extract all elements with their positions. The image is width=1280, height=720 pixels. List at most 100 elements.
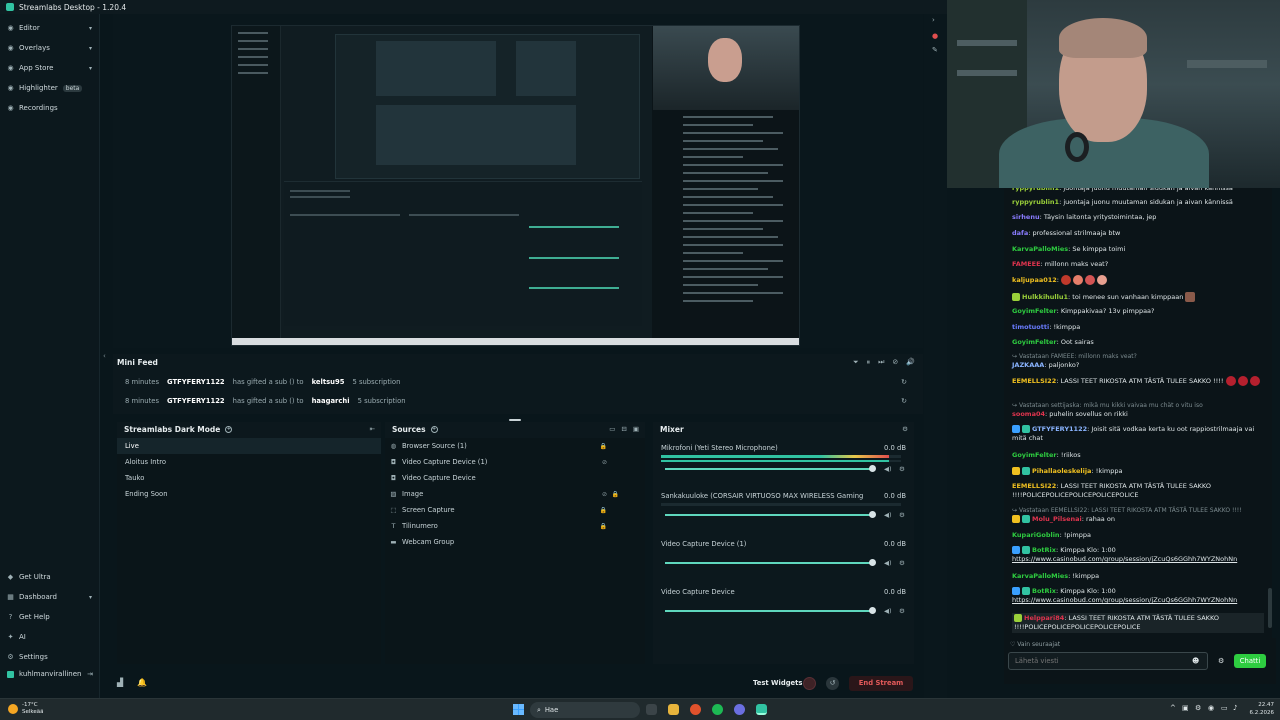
volume-meter (661, 503, 901, 506)
mute-alerts-icon[interactable]: ⊘ (892, 358, 898, 367)
volume-slider[interactable] (665, 562, 875, 564)
lock-icon[interactable]: 🔒 (600, 523, 607, 530)
sidebar-item-dashboard[interactable]: ▦ Dashboard ▾ (0, 589, 100, 605)
windows-start-icon[interactable] (513, 704, 524, 715)
speaker-icon[interactable]: ◀) (884, 465, 892, 473)
remove-source-icon[interactable]: ⊟ (621, 425, 626, 433)
volume-slider-knob[interactable] (869, 559, 876, 566)
gear-icon[interactable]: ⚙ (1218, 657, 1224, 665)
network-icon[interactable]: ▭ (1221, 704, 1228, 712)
spotify-icon[interactable] (712, 704, 723, 715)
add-source-icon[interactable]: + (430, 425, 438, 433)
lock-icon[interactable]: 🔒 (600, 443, 607, 450)
volume-slider[interactable] (665, 468, 875, 470)
volume-tray-icon[interactable]: ♪ (1233, 704, 1237, 712)
lock-icon[interactable]: 🔒 (600, 507, 607, 514)
file-explorer-icon[interactable] (668, 704, 679, 715)
chevron-down-icon[interactable]: ▾ (89, 65, 92, 72)
clock[interactable]: 22.47 6.2.2026 (1244, 701, 1275, 717)
chat-link[interactable]: https://www.casinobud.com/group/session/… (1012, 596, 1237, 604)
skip-icon[interactable]: ⏭ (878, 358, 884, 367)
source-item[interactable]: T Tilinumero 🔒 (385, 518, 645, 534)
volume-slider[interactable] (665, 514, 875, 516)
source-item[interactable]: ◘ Video Capture Device (385, 470, 645, 486)
weather-widget[interactable]: -17°C Selkeää (8, 702, 44, 716)
chat-link[interactable]: https://www.casinobud.com/group/session/… (1012, 555, 1237, 563)
sidebar-item-ai[interactable]: ✦ AI (0, 629, 100, 645)
tray-app-icon[interactable]: ◉ (1208, 704, 1214, 712)
source-item[interactable]: ▨ Image 🔒 ⊘ (385, 486, 645, 502)
pause-icon[interactable]: ⏸ (867, 358, 871, 367)
volume-slider[interactable] (665, 610, 875, 612)
scene-transitions-icon[interactable]: ⇤ (370, 425, 375, 433)
scene-item-aloitus-intro[interactable]: Aloitus Intro (117, 454, 381, 470)
source-item[interactable]: ▬ Webcam Group (385, 534, 645, 550)
replay-icon[interactable]: ↻ (901, 378, 907, 386)
source-item[interactable]: ◘ Video Capture Device (1) ⊘ (385, 454, 645, 470)
collapse-left-icon[interactable]: ‹ (103, 352, 106, 360)
sidebar-item-label: Get Help (19, 613, 50, 621)
firefox-icon[interactable] (690, 704, 701, 715)
volume-icon[interactable]: 🔊 (906, 358, 915, 367)
speaker-icon[interactable]: ◀) (884, 607, 892, 615)
gear-icon[interactable]: ⚙ (902, 425, 908, 433)
test-widgets-button[interactable]: Test Widgets (753, 679, 802, 687)
notifications-icon[interactable]: 🔔 (137, 678, 147, 687)
end-stream-button[interactable]: End Stream (849, 676, 913, 691)
chevron-down-icon[interactable]: ▾ (89, 25, 92, 32)
scene-item-ending-soon[interactable]: Ending Soon (117, 486, 381, 502)
collapse-right-icon[interactable]: › (932, 16, 935, 24)
volume-slider-knob[interactable] (869, 511, 876, 518)
user-account[interactable]: kuhlmanvirallinen ⇥ (0, 666, 100, 682)
task-view-icon[interactable] (646, 704, 657, 715)
replay-buffer-button[interactable]: ↺ (826, 677, 839, 690)
logout-icon[interactable]: ⇥ (87, 670, 93, 678)
sidebar-item-get-help[interactable]: ? Get Help (0, 609, 100, 625)
visibility-off-icon[interactable]: ⊘ (602, 491, 607, 498)
source-item[interactable]: ⬚ Screen Capture 🔒 (385, 502, 645, 518)
speaker-icon[interactable]: ◀) (884, 559, 892, 567)
sidebar-item-highlighter[interactable]: ◉ Highlighter beta (0, 80, 100, 96)
sidebar-item-settings[interactable]: ⚙ Settings (0, 649, 100, 665)
stream-preview[interactable] (231, 25, 800, 346)
lock-icon[interactable]: 🔒 (612, 491, 619, 498)
sidebar-item-editor[interactable]: ◉ Editor ▾ (0, 20, 100, 36)
volume-slider-knob[interactable] (869, 465, 876, 472)
tray-overflow-icon[interactable]: ^ (1170, 704, 1176, 712)
record-button[interactable] (803, 677, 816, 690)
replay-icon[interactable]: ↻ (901, 397, 907, 405)
resize-handle[interactable] (509, 419, 521, 421)
add-scene-icon[interactable]: + (225, 425, 233, 433)
scene-collection-title[interactable]: Streamlabs Dark Mode (124, 425, 220, 434)
taskbar-search[interactable]: ⌕ Hae (530, 702, 640, 718)
volume-slider-knob[interactable] (869, 607, 876, 614)
sidebar-item-overlays[interactable]: ◉ Overlays ▾ (0, 40, 100, 56)
gear-icon[interactable]: ⚙ (899, 465, 905, 473)
folder-add-icon[interactable]: ▭ (609, 425, 615, 433)
chat-send-button[interactable]: Chatti (1234, 654, 1266, 668)
gear-icon[interactable]: ⚙ (899, 607, 905, 615)
gear-icon[interactable]: ⚙ (899, 511, 905, 519)
speaker-icon[interactable]: ◀) (884, 511, 892, 519)
sidebar-item-app-store[interactable]: ◉ App Store ▾ (0, 60, 100, 76)
source-properties-icon[interactable]: ▣ (633, 425, 639, 433)
chevron-down-icon[interactable]: ▾ (89, 45, 92, 52)
discord-icon[interactable] (734, 704, 745, 715)
gear-icon[interactable]: ⚙ (899, 559, 905, 567)
tray-app-icon[interactable]: ⚙ (1195, 704, 1201, 712)
visibility-off-icon[interactable]: ⊘ (602, 459, 607, 466)
sidebar-item-recordings[interactable]: ◉ Recordings (0, 100, 100, 116)
chat-scrollbar[interactable] (1268, 188, 1272, 650)
chat-message-input[interactable] (1008, 652, 1208, 670)
tray-app-icon[interactable]: ▣ (1182, 704, 1189, 712)
streamlabs-taskbar-icon[interactable] (756, 704, 767, 715)
performance-icon[interactable]: ▟ (117, 678, 123, 687)
emoji-icon[interactable]: ☻ (1192, 657, 1199, 665)
filter-icon[interactable]: ⏷ (853, 358, 859, 367)
chevron-down-icon[interactable]: ▾ (89, 594, 92, 601)
sidebar-item-get-ultra[interactable]: ◆ Get Ultra (0, 569, 100, 585)
source-item[interactable]: ◍ Browser Source (1) 🔒 (385, 438, 645, 454)
edit-icon[interactable]: ✎ (932, 46, 938, 54)
scene-item-live[interactable]: Live (117, 438, 381, 454)
scene-item-tauko[interactable]: Tauko (117, 470, 381, 486)
